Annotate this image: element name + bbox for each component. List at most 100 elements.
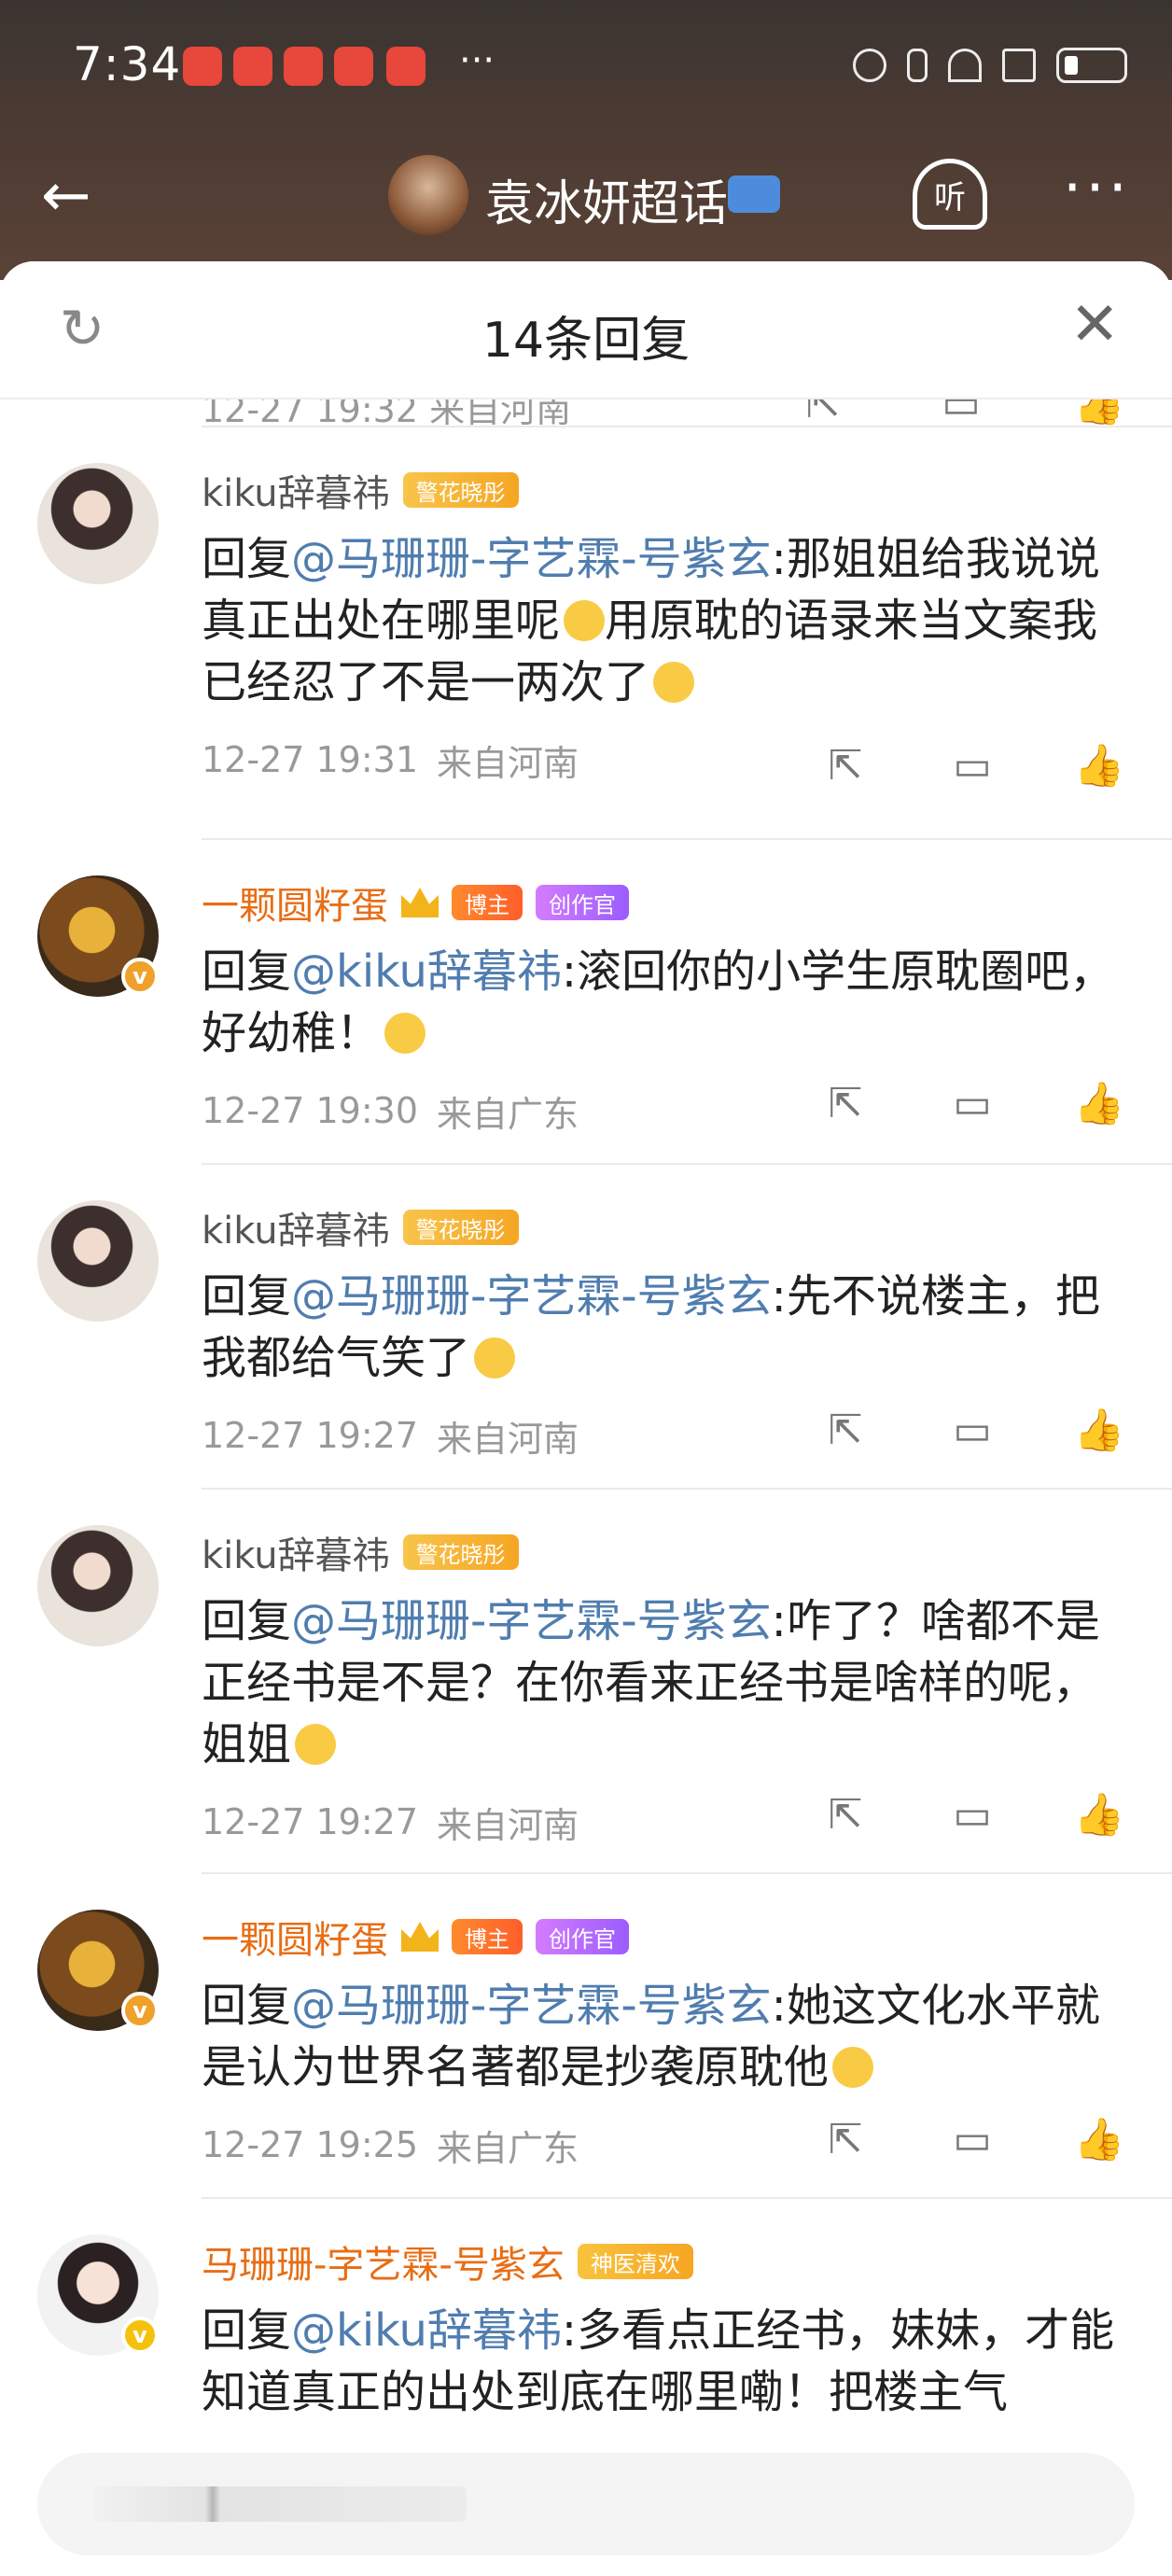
username[interactable]: kiku辞暮祎 xyxy=(202,1525,390,1579)
share-icon[interactable]: ⇱ xyxy=(819,1407,872,1454)
comment-icon[interactable]: ▭ xyxy=(946,2117,998,2163)
mention-link[interactable]: @马珊珊-字艺霖-号紫玄 xyxy=(291,533,772,585)
creator-badge: 创作官 xyxy=(536,885,629,920)
like-icon[interactable]: 👍 xyxy=(1073,1081,1125,1127)
username[interactable]: kiku辞暮祎 xyxy=(202,463,390,517)
thinking-emoji-icon xyxy=(564,600,606,641)
mention-link[interactable]: @kiku辞暮祎 xyxy=(291,2304,562,2357)
battery-icon xyxy=(1056,48,1127,83)
mention-link[interactable]: @马珊珊-字艺霖-号紫玄 xyxy=(291,1270,772,1323)
like-icon[interactable]: 👍 xyxy=(1073,743,1125,790)
mention-link[interactable]: @马珊珊-字艺霖-号紫玄 xyxy=(291,1980,772,2032)
comment-text: 回复@马珊珊-字艺霖-号紫玄:咋了？啥都不是正经书是不是？在你看来正经书是啥样的… xyxy=(202,1590,1116,1775)
bluetooth-icon xyxy=(907,49,928,82)
comment-actions: ⇱ ▭ 👍 xyxy=(819,1407,1125,1454)
like-icon[interactable]: 👍 xyxy=(1073,1792,1125,1839)
avatar[interactable] xyxy=(37,1525,159,1646)
avatar[interactable] xyxy=(37,463,159,584)
mention-link[interactable]: @马珊珊-字艺霖-号紫玄 xyxy=(291,1595,772,1647)
comment-icon[interactable]: ▭ xyxy=(946,743,998,790)
comment-time: 12-27 19:27 xyxy=(202,1415,419,1456)
verified-topic-icon xyxy=(728,175,780,213)
reply-prefix: 回复 xyxy=(202,2304,292,2357)
reply-prefix: 回复 xyxy=(202,945,292,998)
comment-time: 12-27 19:30 xyxy=(202,1090,419,1131)
comment-location: 来自河南 xyxy=(437,1804,579,1846)
comment-icon[interactable]: ▭ xyxy=(946,1407,998,1454)
status-bar: 7:34 ··· xyxy=(0,0,1172,131)
more-icon[interactable]: ··· xyxy=(1063,159,1131,218)
wifi-icon xyxy=(948,49,982,82)
book-app-icon xyxy=(386,47,426,86)
shush-emoji-icon xyxy=(474,1337,516,1379)
share-icon[interactable]: ⇱ xyxy=(819,2117,872,2163)
blogger-badge: 博主 xyxy=(452,885,523,920)
alarm-icon xyxy=(853,49,886,82)
reply-list[interactable]: 12-27 19:32 来自河南 ⇱ ▭ 👍 kiku辞暮祎 警花晓彤 回复@马… xyxy=(0,399,1172,2574)
comment-actions: ⇱ ▭ 👍 xyxy=(819,1792,1125,1839)
reply-sheet: ↻ 14条回复 ✕ 12-27 19:32 来自河南 ⇱ ▭ 👍 kiku辞暮祎… xyxy=(0,261,1172,2576)
like-icon[interactable]: 👍 xyxy=(1073,1407,1125,1454)
reply-input[interactable] xyxy=(37,2453,1135,2555)
sheet-title: 14条回复 xyxy=(481,313,691,369)
blush-emoji-icon xyxy=(653,662,695,703)
share-icon[interactable]: ⇱ xyxy=(819,1081,872,1127)
comment-item: v 一颗圆籽蛋 博主 创作官 回复@kiku辞暮祎:滚回你的小学生原耽圈吧，好幼… xyxy=(0,838,1172,1165)
comment-location: 来自广东 xyxy=(437,1093,579,1135)
username[interactable]: 一颗圆籽蛋 xyxy=(202,875,388,930)
comment-time: 12-27 19:31 xyxy=(202,739,419,780)
taobao-icon xyxy=(334,47,373,86)
username[interactable]: 马珊珊-字艺霖-号紫玄 xyxy=(202,2234,565,2289)
comment-icon[interactable]: ▭ xyxy=(946,1081,998,1127)
page-title[interactable]: 袁冰妍超话 xyxy=(485,164,728,234)
like-icon[interactable]: 👍 xyxy=(1073,2117,1125,2163)
comment-icon[interactable]: ▭ xyxy=(946,1792,998,1839)
comment-user: 一颗圆籽蛋 博主 创作官 xyxy=(202,877,1116,928)
comment-body: 马珊珊-字艺霖-号紫玄 神医清欢 回复@kiku辞暮祎:多看点正经书，妹妹，才能… xyxy=(202,2236,1116,2423)
listen-label: 听 xyxy=(934,178,966,217)
pleading-emoji-icon xyxy=(295,1724,337,1765)
sheet-header: ↻ 14条回复 ✕ xyxy=(0,261,1172,399)
mention-link[interactable]: @kiku辞暮祎 xyxy=(291,945,562,998)
back-arrow-icon[interactable]: ← xyxy=(41,166,91,226)
navigation-bar: ← 袁冰妍超话 听 ··· xyxy=(0,140,1172,252)
creator-badge: 创作官 xyxy=(536,1919,629,1954)
share-icon[interactable]: ⇱ xyxy=(819,1792,872,1839)
blogger-badge: 博主 xyxy=(452,1919,523,1954)
status-time: 7:34 xyxy=(73,37,182,91)
verified-badge-icon: v xyxy=(121,958,159,995)
signal-icon xyxy=(1002,49,1036,82)
previous-comment-actions: ⇱ ▭ 👍 xyxy=(797,399,1125,427)
share-icon[interactable]: ⇱ xyxy=(797,399,849,427)
share-icon[interactable]: ⇱ xyxy=(819,743,872,790)
username[interactable]: 一颗圆籽蛋 xyxy=(202,1910,388,1964)
avatar[interactable] xyxy=(37,1200,159,1322)
top-header: 7:34 ··· ← 袁冰妍超话 听 ··· xyxy=(0,0,1172,280)
comment-icon[interactable]: ▭ xyxy=(935,399,987,427)
huawei-app-icon xyxy=(233,47,272,86)
comment-item: kiku辞暮祎 警花晓彤 回复@马珊珊-字艺霖-号紫玄:先不说楼主，把我都给气笑… xyxy=(0,1163,1172,1490)
comment-text: 回复@马珊珊-字艺霖-号紫玄:她这文化水平就是认为世界名著都是抄袭原耽他 xyxy=(202,1975,1116,2098)
comment-text: 回复@kiku辞暮祎:滚回你的小学生原耽圈吧，好幼稚！ xyxy=(202,941,1116,1064)
comment-body: kiku辞暮祎 警花晓彤 回复@马珊珊-字艺霖-号紫玄:那姐姐给我说说真正出处在… xyxy=(202,465,1116,786)
close-icon[interactable]: ✕ xyxy=(1069,295,1120,355)
missed-call-icon xyxy=(183,47,222,86)
comment-user: 一颗圆籽蛋 博主 创作官 xyxy=(202,1911,1116,1962)
like-icon[interactable]: 👍 xyxy=(1073,399,1125,427)
comment-location: 来自河南 xyxy=(437,742,579,784)
fan-badge: 警花晓彤 xyxy=(402,1534,519,1570)
reply-prefix: 回复 xyxy=(202,533,292,585)
fan-badge: 警花晓彤 xyxy=(402,1210,519,1245)
comment-item: kiku辞暮祎 警花晓彤 回复@马珊珊-字艺霖-号紫玄:那姐姐给我说说真正出处在… xyxy=(0,426,1172,799)
listen-button[interactable]: 听 xyxy=(913,159,987,230)
reply-prefix: 回复 xyxy=(202,1595,292,1647)
comment-user: kiku辞暮祎 警花晓彤 xyxy=(202,1527,1116,1577)
verified-badge-icon: v xyxy=(121,1992,159,2029)
crown-icon xyxy=(401,1922,439,1952)
comment-location: 来自河南 xyxy=(437,1418,579,1460)
huawei-app-icon xyxy=(284,47,323,86)
topic-avatar[interactable] xyxy=(388,155,468,235)
reply-prefix: 回复 xyxy=(202,1270,292,1323)
fan-badge: 警花晓彤 xyxy=(402,472,519,508)
username[interactable]: kiku辞暮祎 xyxy=(202,1200,390,1254)
